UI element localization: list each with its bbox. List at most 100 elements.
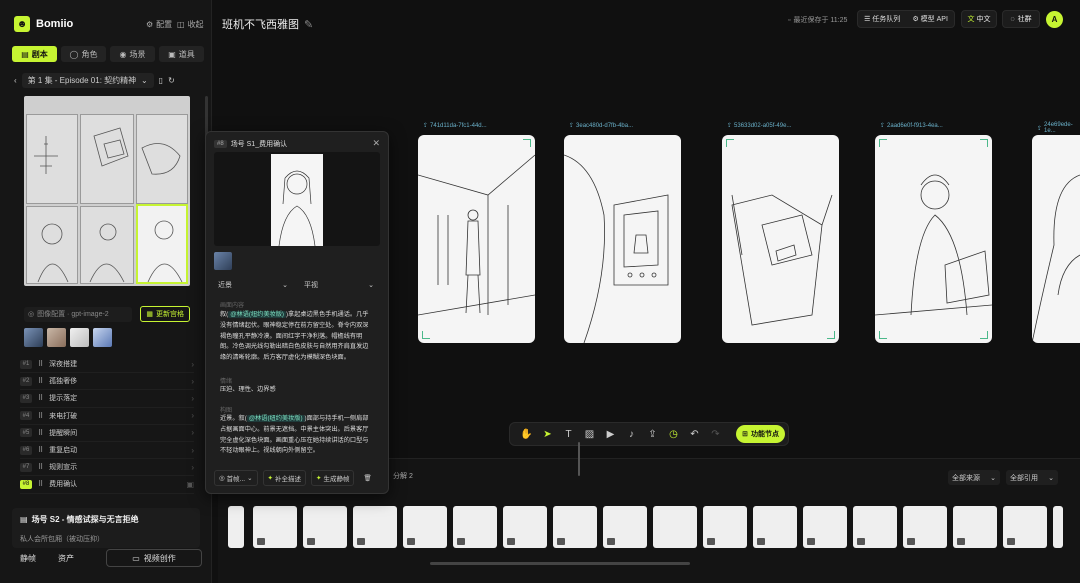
scene-card[interactable]: ▤ 场号 S2 - 情感试探与无言拒绝 私人会所包厢（被动压抑） xyxy=(12,508,200,548)
refresh-icon[interactable]: ↻ xyxy=(168,76,175,85)
episode-row: ‹ 第 1 集 - Episode 01: 契约精神 ⌄ ▯ ↻ xyxy=(14,73,200,88)
storyboard-frame[interactable] xyxy=(875,135,992,343)
storyboard-frame[interactable] xyxy=(722,135,839,343)
delete-icon[interactable]: 🗑 xyxy=(359,470,375,486)
back-icon[interactable]: ‹ xyxy=(14,76,17,85)
complete-description-button[interactable]: ✦ 补全描述 xyxy=(262,470,306,486)
strip-thumb[interactable] xyxy=(228,506,244,548)
shot-item[interactable]: #4 ⠿ 来电打破 › xyxy=(20,408,194,425)
strip-thumb[interactable] xyxy=(703,506,747,548)
reference-thumb[interactable] xyxy=(93,328,112,347)
config-button[interactable]: ⚙ 配置 xyxy=(146,19,172,30)
strip-thumb[interactable] xyxy=(453,506,497,548)
music-icon[interactable]: ♪ xyxy=(621,424,642,444)
popup-preview[interactable] xyxy=(214,152,380,247)
shot-item-active[interactable]: #8 ⠿ 费用确认 ▣ xyxy=(20,476,194,494)
character-chip[interactable]: @林语(纽约美妆版) xyxy=(228,311,286,318)
mood-text[interactable]: 压迫、理性、边界感 xyxy=(220,385,372,396)
generate-frame-button[interactable]: ✦ 生成静帧 xyxy=(311,470,355,486)
strip-thumb[interactable] xyxy=(553,506,597,548)
shot-item[interactable]: #5 ⠿ 提醒瞬间 › xyxy=(20,425,194,442)
brand[interactable]: ☻ Bomiio xyxy=(14,16,73,32)
document-icon[interactable]: ▯ xyxy=(159,76,163,85)
language-button[interactable]: 文中文 xyxy=(961,10,997,28)
strip-thumb[interactable] xyxy=(1053,506,1063,548)
shot-item[interactable]: #3 ⠿ 提示落定 › xyxy=(20,390,194,408)
reference-thumb[interactable] xyxy=(47,328,66,347)
storyboard-frame[interactable] xyxy=(418,135,535,343)
shot-item[interactable]: #2 ⠿ 孤独奢侈 › xyxy=(20,373,194,391)
drag-handle-icon[interactable]: ⠿ xyxy=(38,480,43,488)
shot-item[interactable]: #7 ⠿ 规则宣示 › xyxy=(20,459,194,477)
upload-icon[interactable]: ⇪ xyxy=(642,424,663,444)
tab-characters[interactable]: ◯ 角色 xyxy=(61,46,106,62)
assets-tab[interactable]: 资产 xyxy=(50,549,82,567)
tab-props[interactable]: ▣ 道具 xyxy=(159,46,204,62)
storyboard-grid-image[interactable] xyxy=(24,96,190,286)
source-filter[interactable]: 全部来源 ⌄ xyxy=(948,470,1000,485)
strip-thumb[interactable] xyxy=(803,506,847,548)
storyboard-frame[interactable] xyxy=(564,135,681,343)
image-icon xyxy=(707,538,715,545)
strip-thumb[interactable] xyxy=(253,506,297,548)
strip-thumb[interactable] xyxy=(903,506,947,548)
strip-thumb[interactable] xyxy=(853,506,897,548)
drag-handle-icon[interactable]: ⠿ xyxy=(38,463,43,471)
drag-handle-icon[interactable]: ⠿ xyxy=(38,446,43,454)
strip-group-label[interactable]: 分解 2 xyxy=(393,471,413,481)
drag-handle-icon[interactable]: ⠿ xyxy=(38,412,43,420)
collapse-button[interactable]: ◫ 收起 xyxy=(177,19,204,30)
static-frame-tab[interactable]: 静帧 xyxy=(12,549,44,567)
close-icon[interactable]: ✕ xyxy=(372,138,380,149)
storyboard-frame[interactable] xyxy=(1032,135,1080,343)
project-title[interactable]: 班机不飞西雅图 ✎ xyxy=(222,16,313,32)
video-icon[interactable]: ▶ xyxy=(600,424,621,444)
drag-handle-icon[interactable]: ⠿ xyxy=(38,429,43,437)
reference-thumb[interactable] xyxy=(70,328,89,347)
image-icon[interactable]: ▨ xyxy=(579,424,600,444)
strip-thumb[interactable] xyxy=(953,506,997,548)
shot-item[interactable]: #6 ⠿ 重复启动 › xyxy=(20,442,194,460)
strip-thumb[interactable] xyxy=(303,506,347,548)
model-api-button[interactable]: ⚙ 模型 API xyxy=(912,14,947,24)
hand-icon[interactable]: ✋ xyxy=(516,424,537,444)
strip-thumb[interactable] xyxy=(603,506,647,548)
tab-script[interactable]: ▤ 剧本 xyxy=(12,46,57,62)
language-label: 中文 xyxy=(976,16,991,23)
popup-scrollbar[interactable] xyxy=(578,442,580,476)
episode-select[interactable]: 第 1 集 - Episode 01: 契约精神 ⌄ xyxy=(21,73,154,88)
strip-thumb[interactable] xyxy=(1003,506,1047,548)
text-icon[interactable]: T xyxy=(558,424,579,444)
shot-size-select[interactable]: 近景 ⌄ xyxy=(214,278,292,292)
task-queue-button[interactable]: ☰ 任务队列 xyxy=(864,14,900,24)
strip-thumb[interactable] xyxy=(753,506,797,548)
strip-scrollbar[interactable] xyxy=(430,562,690,565)
drag-handle-icon[interactable]: ⠿ xyxy=(38,360,43,368)
composition-description[interactable]: 近景。叙(@林语(纽约美妆版))面部与持手机一侧肩部占据画面中心。前景无遮挡。中… xyxy=(220,414,372,457)
camera-angle-select[interactable]: 平视 ⌄ xyxy=(300,278,378,292)
function-node-button[interactable]: ⊞ 功能节点 xyxy=(736,425,785,443)
undo-icon[interactable]: ↶ xyxy=(684,424,705,444)
strip-thumb[interactable] xyxy=(503,506,547,548)
first-frame-select[interactable]: ◎ 首帧... ⌄ xyxy=(214,470,258,486)
tab-scenes[interactable]: ◉ 场景 xyxy=(110,46,155,62)
update-grid-button[interactable]: ▦ 更新宫格 xyxy=(140,306,190,322)
model-select[interactable]: ◎ 图像配置 · gpt-image-2 xyxy=(24,306,132,322)
history-icon[interactable]: ◷ xyxy=(663,424,684,444)
avatar[interactable]: A xyxy=(1046,11,1063,28)
redo-icon[interactable]: ↷ xyxy=(705,424,726,444)
drag-handle-icon[interactable]: ⠿ xyxy=(38,394,43,402)
strip-thumb[interactable] xyxy=(403,506,447,548)
drag-handle-icon[interactable]: ⠿ xyxy=(38,377,43,385)
cursor-icon[interactable]: ➤ xyxy=(537,424,558,444)
shot-item[interactable]: #1 ⠿ 深夜搭建 › xyxy=(20,356,194,374)
reference-thumb[interactable] xyxy=(214,252,232,270)
video-create-button[interactable]: ▭ 视频创作 xyxy=(106,549,202,567)
strip-thumb[interactable] xyxy=(653,506,697,548)
visual-description[interactable]: 叙(@林语(纽约美妆版))拿起桌边黑色手机通话。几乎没有情绪起伏。眼神稳定停在前… xyxy=(220,310,372,364)
community-button[interactable]: ◌ 社群 xyxy=(1002,10,1040,28)
character-chip[interactable]: @林语(纽约美妆版) xyxy=(246,415,305,422)
reference-filter[interactable]: 全部引用 ⌄ xyxy=(1006,470,1058,485)
reference-thumb[interactable] xyxy=(24,328,43,347)
strip-thumb[interactable] xyxy=(353,506,397,548)
